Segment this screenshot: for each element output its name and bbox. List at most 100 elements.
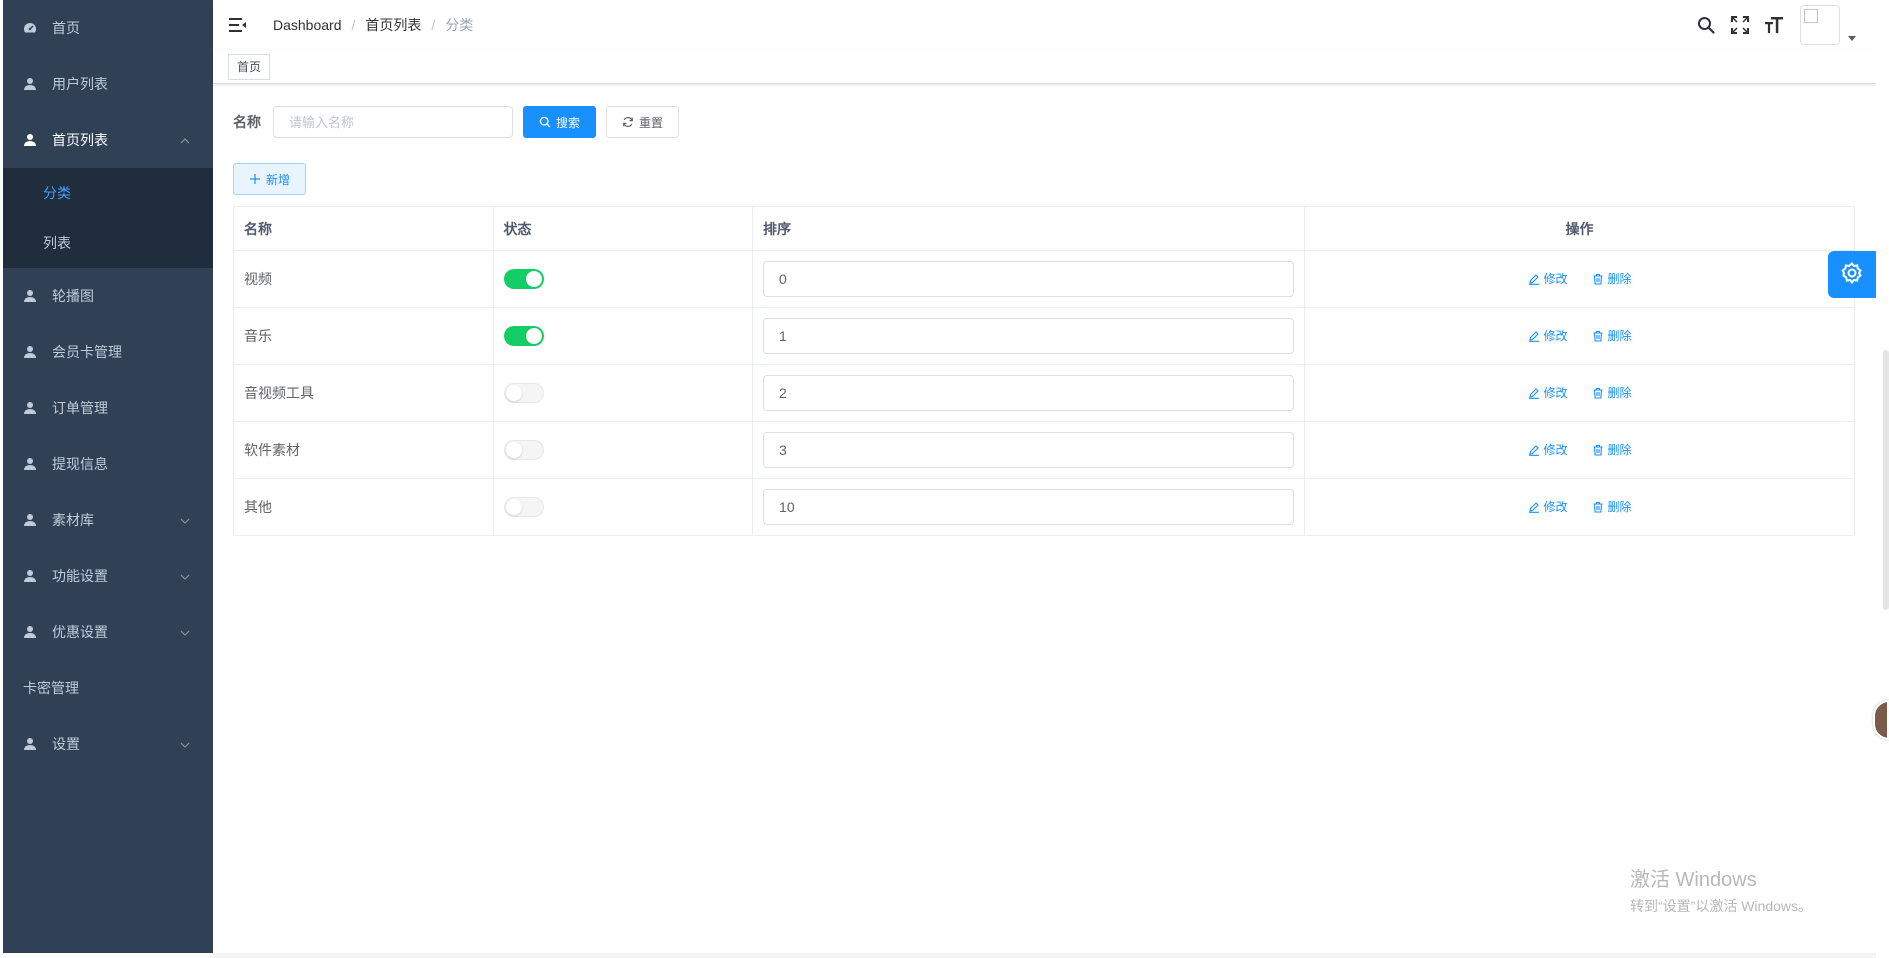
- sort-input[interactable]: [763, 489, 1295, 525]
- watermark-title: 激活 Windows: [1630, 869, 1757, 891]
- sidebar-item-discount-settings[interactable]: 优惠设置: [3, 604, 213, 660]
- search-button[interactable]: 搜索: [523, 106, 597, 138]
- sidebar-item-label: 素材库: [52, 512, 94, 528]
- status-toggle[interactable]: [503, 326, 544, 346]
- tags-view: 首页: [213, 50, 1876, 84]
- edit-label: 修改: [1543, 443, 1568, 458]
- cell-ops: 修改 删除: [1304, 478, 1855, 536]
- sidebar-item-withdrawals[interactable]: 提现信息: [3, 436, 213, 492]
- submenu-home-list: 分类 列表: [3, 168, 213, 268]
- search-button-label: 搜索: [556, 115, 581, 130]
- cell-sort: [752, 478, 1306, 536]
- sort-input[interactable]: [763, 432, 1295, 468]
- cell-name: 视频: [233, 250, 494, 308]
- edit-button[interactable]: 修改: [1528, 498, 1568, 515]
- edit-label: 修改: [1543, 272, 1568, 287]
- user-icon: [23, 133, 37, 147]
- delete-button[interactable]: 删除: [1592, 327, 1632, 344]
- sidebar-item-card-keys[interactable]: 卡密管理: [3, 660, 213, 716]
- sidebar-item-settings[interactable]: 设置: [3, 716, 213, 772]
- chevron-up-icon: [179, 134, 191, 146]
- search-form: 名称 搜索 重置: [233, 106, 680, 138]
- delete-button[interactable]: 删除: [1592, 498, 1632, 515]
- trash-icon: [1592, 444, 1604, 456]
- user-icon: [23, 345, 37, 359]
- delete-button[interactable]: 删除: [1592, 384, 1632, 401]
- sidebar-item-category[interactable]: 分类: [3, 168, 213, 218]
- cell-sort: [752, 421, 1306, 479]
- edit-button[interactable]: 修改: [1528, 270, 1568, 287]
- cell-ops: 修改 删除: [1304, 250, 1855, 308]
- scrollbar-thumb[interactable]: [1883, 350, 1889, 610]
- reset-button[interactable]: 重置: [606, 106, 680, 138]
- sidebar-item-label: 首页列表: [52, 132, 108, 148]
- toggle-knob: [525, 328, 542, 344]
- navbar-right: [1682, 0, 1856, 50]
- status-toggle[interactable]: [503, 383, 544, 403]
- gear-icon: [1840, 261, 1864, 288]
- search-icon[interactable]: [1696, 15, 1716, 35]
- table-row: 其他 修改 删除: [233, 478, 1855, 536]
- sidebar-item-home[interactable]: 首页: [3, 0, 213, 56]
- sidebar-item-label: 首页: [52, 20, 80, 36]
- plus-icon: [249, 173, 261, 185]
- cell-status: [492, 364, 754, 422]
- status-toggle[interactable]: [503, 269, 544, 289]
- table-body: 视频修改删除音乐修改删除音视频工具修改删除软件素材修改删除其他修改删除: [233, 250, 1855, 536]
- toggle-knob: [505, 442, 522, 458]
- header-name: 名称: [233, 206, 494, 251]
- tag-home[interactable]: 首页: [228, 54, 271, 80]
- windows-activation-watermark: 激活 Windows 转到“设置”以激活 Windows。: [1630, 863, 1812, 916]
- sidebar-item-home-list[interactable]: 首页列表: [3, 112, 213, 168]
- settings-button[interactable]: [1828, 251, 1876, 298]
- status-toggle[interactable]: [503, 440, 544, 460]
- sidebar-item-materials[interactable]: 素材库: [3, 492, 213, 548]
- sidebar-item-list[interactable]: 列表: [3, 218, 213, 268]
- avatar[interactable]: [1800, 5, 1840, 45]
- cell-sort: [752, 364, 1306, 422]
- user-menu[interactable]: [1800, 5, 1856, 45]
- trash-icon: [1592, 387, 1604, 399]
- edit-button[interactable]: 修改: [1528, 327, 1568, 344]
- edit-button[interactable]: 修改: [1528, 441, 1568, 458]
- delete-button[interactable]: 删除: [1592, 441, 1632, 458]
- search-icon: [539, 116, 551, 128]
- delete-label: 删除: [1607, 443, 1632, 458]
- edit-label: 修改: [1543, 329, 1568, 344]
- cell-status: [492, 478, 754, 536]
- breadcrumb-item-home-list[interactable]: 首页列表: [365, 15, 421, 35]
- cell-name: 音视频工具: [233, 364, 494, 422]
- toggle-knob: [505, 499, 522, 515]
- sidebar-item-user-list[interactable]: 用户列表: [3, 56, 213, 112]
- fullscreen-icon[interactable]: [1730, 15, 1750, 35]
- hamburger-icon[interactable]: [228, 15, 248, 35]
- category-table: 名称 状态 排序 操作 视频修改删除音乐修改删除音视频工具修改删除软件素材修改删…: [233, 206, 1855, 536]
- name-search-input[interactable]: [273, 106, 513, 138]
- breadcrumb-item-dashboard[interactable]: Dashboard: [273, 17, 342, 33]
- header-sort: 排序: [752, 206, 1306, 251]
- table-row: 音视频工具 修改 删除: [233, 364, 1855, 422]
- status-toggle[interactable]: [503, 497, 544, 517]
- user-icon: [23, 401, 37, 415]
- sidebar-item-label: 轮播图: [52, 288, 94, 304]
- add-button-label: 新增: [266, 172, 291, 187]
- sort-input[interactable]: [763, 318, 1295, 354]
- sidebar-item-orders[interactable]: 订单管理: [3, 380, 213, 436]
- sidebar-item-carousel[interactable]: 轮播图: [3, 268, 213, 324]
- sort-input[interactable]: [763, 375, 1295, 411]
- app-root: 首页 用户列表 首页列表 分类 列表 轮播图 会员卡管理 订单管理 提现信息 素…: [0, 0, 1889, 958]
- font-size-icon[interactable]: [1764, 15, 1784, 35]
- sidebar-item-membership[interactable]: 会员卡管理: [3, 324, 213, 380]
- sidebar-item-feature-settings[interactable]: 功能设置: [3, 548, 213, 604]
- delete-label: 删除: [1607, 329, 1632, 344]
- cell-name: 软件素材: [233, 421, 494, 479]
- cell-status: [492, 307, 754, 365]
- sort-input[interactable]: [763, 261, 1295, 297]
- toggle-knob: [505, 385, 522, 401]
- sidebar-item-label: 卡密管理: [23, 680, 79, 696]
- add-button[interactable]: 新增: [233, 163, 307, 195]
- delete-button[interactable]: 删除: [1592, 270, 1632, 287]
- header-status: 状态: [492, 206, 754, 251]
- edit-button[interactable]: 修改: [1528, 384, 1568, 401]
- edit-icon: [1528, 444, 1540, 456]
